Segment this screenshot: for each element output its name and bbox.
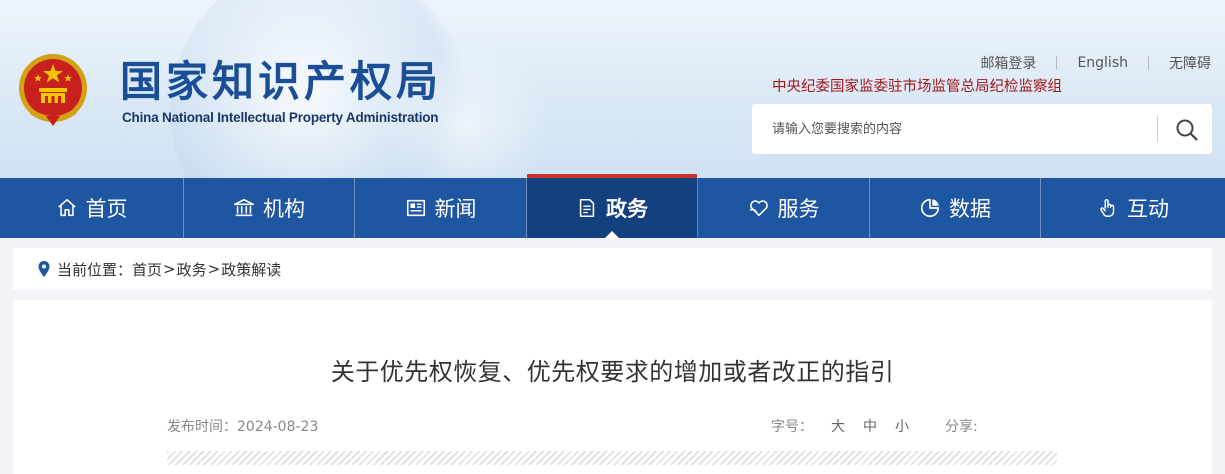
service-icon <box>749 200 768 217</box>
search-box <box>752 104 1212 154</box>
article-panel: 关于优先权恢复、优先权要求的增加或者改正的指引 发布时间：2024-08-23 … <box>13 300 1212 474</box>
nav-item-label: 首页 <box>85 197 128 221</box>
nav-item-service[interactable]: 服务 <box>698 178 870 238</box>
font-size-controls: 字号： 大 中 小 <box>771 416 909 436</box>
search-divider <box>1157 116 1158 142</box>
breadcrumb-separator: > <box>207 260 221 278</box>
breadcrumb-government-affairs[interactable]: 政务 <box>177 259 207 280</box>
font-size-medium-button[interactable]: 中 <box>863 416 877 436</box>
publish-date-value: 2024-08-23 <box>237 419 319 435</box>
nav-item-news[interactable]: 新闻 <box>355 178 527 238</box>
news-icon <box>406 199 425 217</box>
hand-pointer-icon <box>1100 199 1115 217</box>
nav-item-home[interactable]: 首页 <box>0 178 184 238</box>
font-size-label: 字号： <box>771 419 813 435</box>
document-icon <box>579 198 595 218</box>
nav-item-data[interactable]: 数据 <box>870 178 1041 238</box>
article-title: 关于优先权恢复、优先权要求的增加或者改正的指引 <box>330 358 895 386</box>
breadcrumb-home[interactable]: 首页 <box>132 259 162 280</box>
nav-item-label: 政务 <box>606 197 648 221</box>
top-links: 邮箱登录 English 无障碍 <box>960 53 1211 73</box>
search-icon <box>1176 119 1198 141</box>
search-input[interactable] <box>752 104 1152 154</box>
nav-item-label: 服务 <box>777 197 820 221</box>
location-pin-icon <box>38 261 50 277</box>
divider-pattern <box>167 451 1057 465</box>
nav-item-interaction[interactable]: 互动 <box>1041 178 1225 238</box>
institution-icon <box>234 198 254 217</box>
site-title: 国家知识产权局 <box>120 57 443 106</box>
breadcrumb: 当前位置： 首页 > 政务 > 政策解读 <box>13 248 1212 290</box>
publish-date-label: 发布时间： <box>167 419 237 435</box>
breadcrumb-prefix: 当前位置： <box>57 260 133 279</box>
breadcrumb-policy-interpretation[interactable]: 政策解读 <box>221 259 281 280</box>
mailbox-login-link[interactable]: 邮箱登录 <box>960 53 1056 73</box>
nav-item-label: 数据 <box>949 197 991 221</box>
national-emblem-icon <box>19 54 87 126</box>
nav-item-label: 新闻 <box>434 197 477 221</box>
english-link[interactable]: English <box>1057 55 1148 71</box>
breadcrumb-separator: > <box>163 260 176 278</box>
nav-item-government-affairs[interactable]: 政务 <box>527 174 698 238</box>
inspection-group-link[interactable]: 中央纪委国家监委驻市场监管总局纪检监察组 <box>772 75 1062 96</box>
nav-item-institution[interactable]: 机构 <box>184 178 355 238</box>
pie-chart-icon <box>920 198 940 218</box>
site-header: 国家知识产权局 China National Intellectual Prop… <box>0 0 1225 178</box>
search-button[interactable] <box>1162 104 1212 154</box>
site-subtitle: China National Intellectual Property Adm… <box>122 110 439 125</box>
home-icon <box>57 198 76 217</box>
nav-item-label: 机构 <box>263 197 305 221</box>
share-label[interactable]: 分享: <box>945 416 978 436</box>
publish-date: 发布时间：2024-08-23 <box>167 416 318 436</box>
font-size-small-button[interactable]: 小 <box>895 416 909 436</box>
article-meta: 发布时间：2024-08-23 字号： 大 中 小 分享: <box>167 416 1057 436</box>
font-size-large-button[interactable]: 大 <box>831 416 845 436</box>
main-nav: 首页 机构 新闻 政务 服务 数据 互动 <box>0 174 1225 238</box>
accessibility-link[interactable]: 无障碍 <box>1149 53 1211 73</box>
nav-item-label: 互动 <box>1127 197 1169 221</box>
